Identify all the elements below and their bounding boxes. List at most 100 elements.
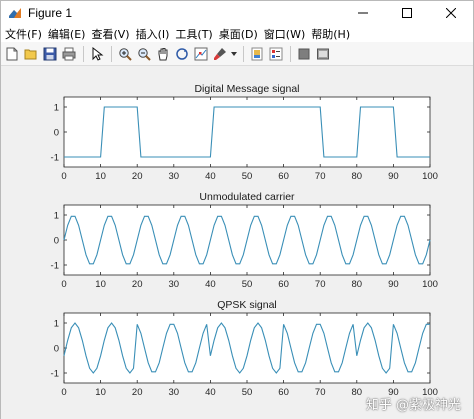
pan-icon [158,47,168,60]
insert-colorbar-icon [269,47,283,60]
figure-toolbar [1,42,473,66]
zoom-in-button[interactable] [116,45,134,63]
carrier-axes: Unmodulated carrier0 10 20 30 40 50 60 70 80 90 10… [51,191,438,290]
message-xtick-label: 20 [132,171,143,182]
figure-window: Figure 1 文件(F) 编辑(E) 查看(V) 插入(I) 工具(T) 桌… [0,0,474,419]
message-xtick-label: 30 [169,171,180,182]
maximize-button[interactable] [385,1,429,25]
toolbar-separator [243,45,244,62]
print-icon [62,47,76,60]
menu-help[interactable]: 帮助(H) [308,26,353,42]
toolbar-separator [83,45,84,62]
qpsk-xtick-label: 20 [132,387,143,398]
qpsk-xtick-label: 10 [95,387,106,398]
minimize-button[interactable] [341,1,385,25]
message-xtick-label: 40 [205,171,216,182]
carrier-title: Unmodulated carrier [199,191,295,203]
qpsk-xtick-label: 0 [61,387,66,398]
carrier-xtick-label: 70 [315,279,326,290]
hide-plot-tools-icon [298,48,310,59]
qpsk-xtick-label: 80 [352,387,363,398]
menu-bar: 文件(F) 编辑(E) 查看(V) 插入(I) 工具(T) 桌面(D) 窗口(W… [1,25,473,42]
qpsk-xtick-label: 40 [205,387,216,398]
brush-icon [214,47,226,60]
toolbar-separator [290,45,291,62]
zoom-in-icon [119,47,132,61]
carrier-xtick-label: 30 [169,279,180,290]
message-xtick-label: 50 [242,171,253,182]
carrier-xtick-label: 10 [95,279,106,290]
qpsk-xtick-label: 30 [169,387,180,398]
matlab-icon [9,8,21,18]
data-cursor-icon [194,47,208,60]
message-xtick-label: 0 [61,171,66,182]
close-icon [446,8,456,18]
edit-plot-icon [92,46,104,61]
save-icon [43,47,57,60]
new-figure-button[interactable] [3,45,21,63]
qpsk-ytick-label: 1 [54,319,59,330]
show-plot-tools-icon [317,48,329,59]
open-file-button[interactable] [22,45,40,63]
toolbar-separator [111,45,112,62]
show-plot-tools-button[interactable] [314,45,332,63]
window-title: Figure 1 [28,6,73,20]
maximize-icon [402,8,412,18]
data-cursor-button[interactable] [192,45,210,63]
message-xtick-label: 70 [315,171,326,182]
insert-colorbar-button[interactable] [267,45,285,63]
print-button[interactable] [60,45,78,63]
menu-insert[interactable]: 插入(I) [133,26,173,42]
zoom-out-button[interactable] [135,45,153,63]
qpsk-xtick-label: 60 [278,387,289,398]
message-xtick-label: 60 [278,171,289,182]
figure-canvas: Digital Message signal 0 10 20 30 40 50 60 70 80 9… [1,67,473,419]
close-button[interactable] [429,1,473,25]
message-axes: Digital Message signal0 10 20 30 40 50 60 70 80 9… [51,83,438,182]
message-xtick-label: 80 [352,171,363,182]
new-figure-icon [6,47,18,60]
qpsk-axes: QPSK signal0 10 20 30 40 50 60 70 80 90 10010-1 [51,299,438,398]
brush-dropdown[interactable] [230,45,238,63]
minimize-icon [358,12,368,14]
carrier-xtick-label: 20 [132,279,143,290]
qpsk-xtick-label: 50 [242,387,253,398]
chevron-down-icon [231,51,237,56]
rotate-3d-button[interactable] [173,45,191,63]
menu-edit[interactable]: 编辑(E) [45,26,89,42]
menu-desktop[interactable]: 桌面(D) [216,26,261,42]
carrier-ytick-label: 0 [54,236,59,247]
carrier-ytick-label: -1 [51,261,59,272]
save-button[interactable] [41,45,59,63]
plots-svg: Digital Message signal0 10 20 30 40 50 60 70 80 9… [51,83,438,398]
carrier-xtick-label: 40 [205,279,216,290]
message-xtick-label: 90 [388,171,399,182]
brush-button[interactable] [211,45,229,63]
menu-file[interactable]: 文件(F) [1,26,45,42]
carrier-xtick-label: 60 [278,279,289,290]
rotate-3d-icon [176,47,188,60]
qpsk-xtick-label: 70 [315,387,326,398]
message-xtick-label: 100 [422,171,438,182]
message-ytick-label: 1 [54,103,59,114]
link-plot-icon [251,47,263,60]
message-ytick-label: -1 [51,153,59,164]
open-file-icon [24,49,37,59]
edit-plot-button[interactable] [88,45,106,63]
title-bar: Figure 1 [1,1,473,25]
carrier-xtick-label: 100 [422,279,438,290]
menu-tools[interactable]: 工具(T) [172,26,215,42]
zoom-out-icon [138,47,151,61]
qpsk-plot-area [63,312,431,384]
menu-view[interactable]: 查看(V) [88,26,132,42]
menu-window[interactable]: 窗口(W) [261,26,308,42]
message-title: Digital Message signal [194,83,299,95]
carrier-ytick-label: 1 [54,211,59,222]
carrier-xtick-label: 0 [61,279,66,290]
qpsk-ytick-label: -1 [51,369,59,380]
hide-plot-tools-button[interactable] [295,45,313,63]
qpsk-title: QPSK signal [217,299,277,311]
link-plot-button[interactable] [248,45,266,63]
carrier-xtick-label: 90 [388,279,399,290]
pan-button[interactable] [154,45,172,63]
